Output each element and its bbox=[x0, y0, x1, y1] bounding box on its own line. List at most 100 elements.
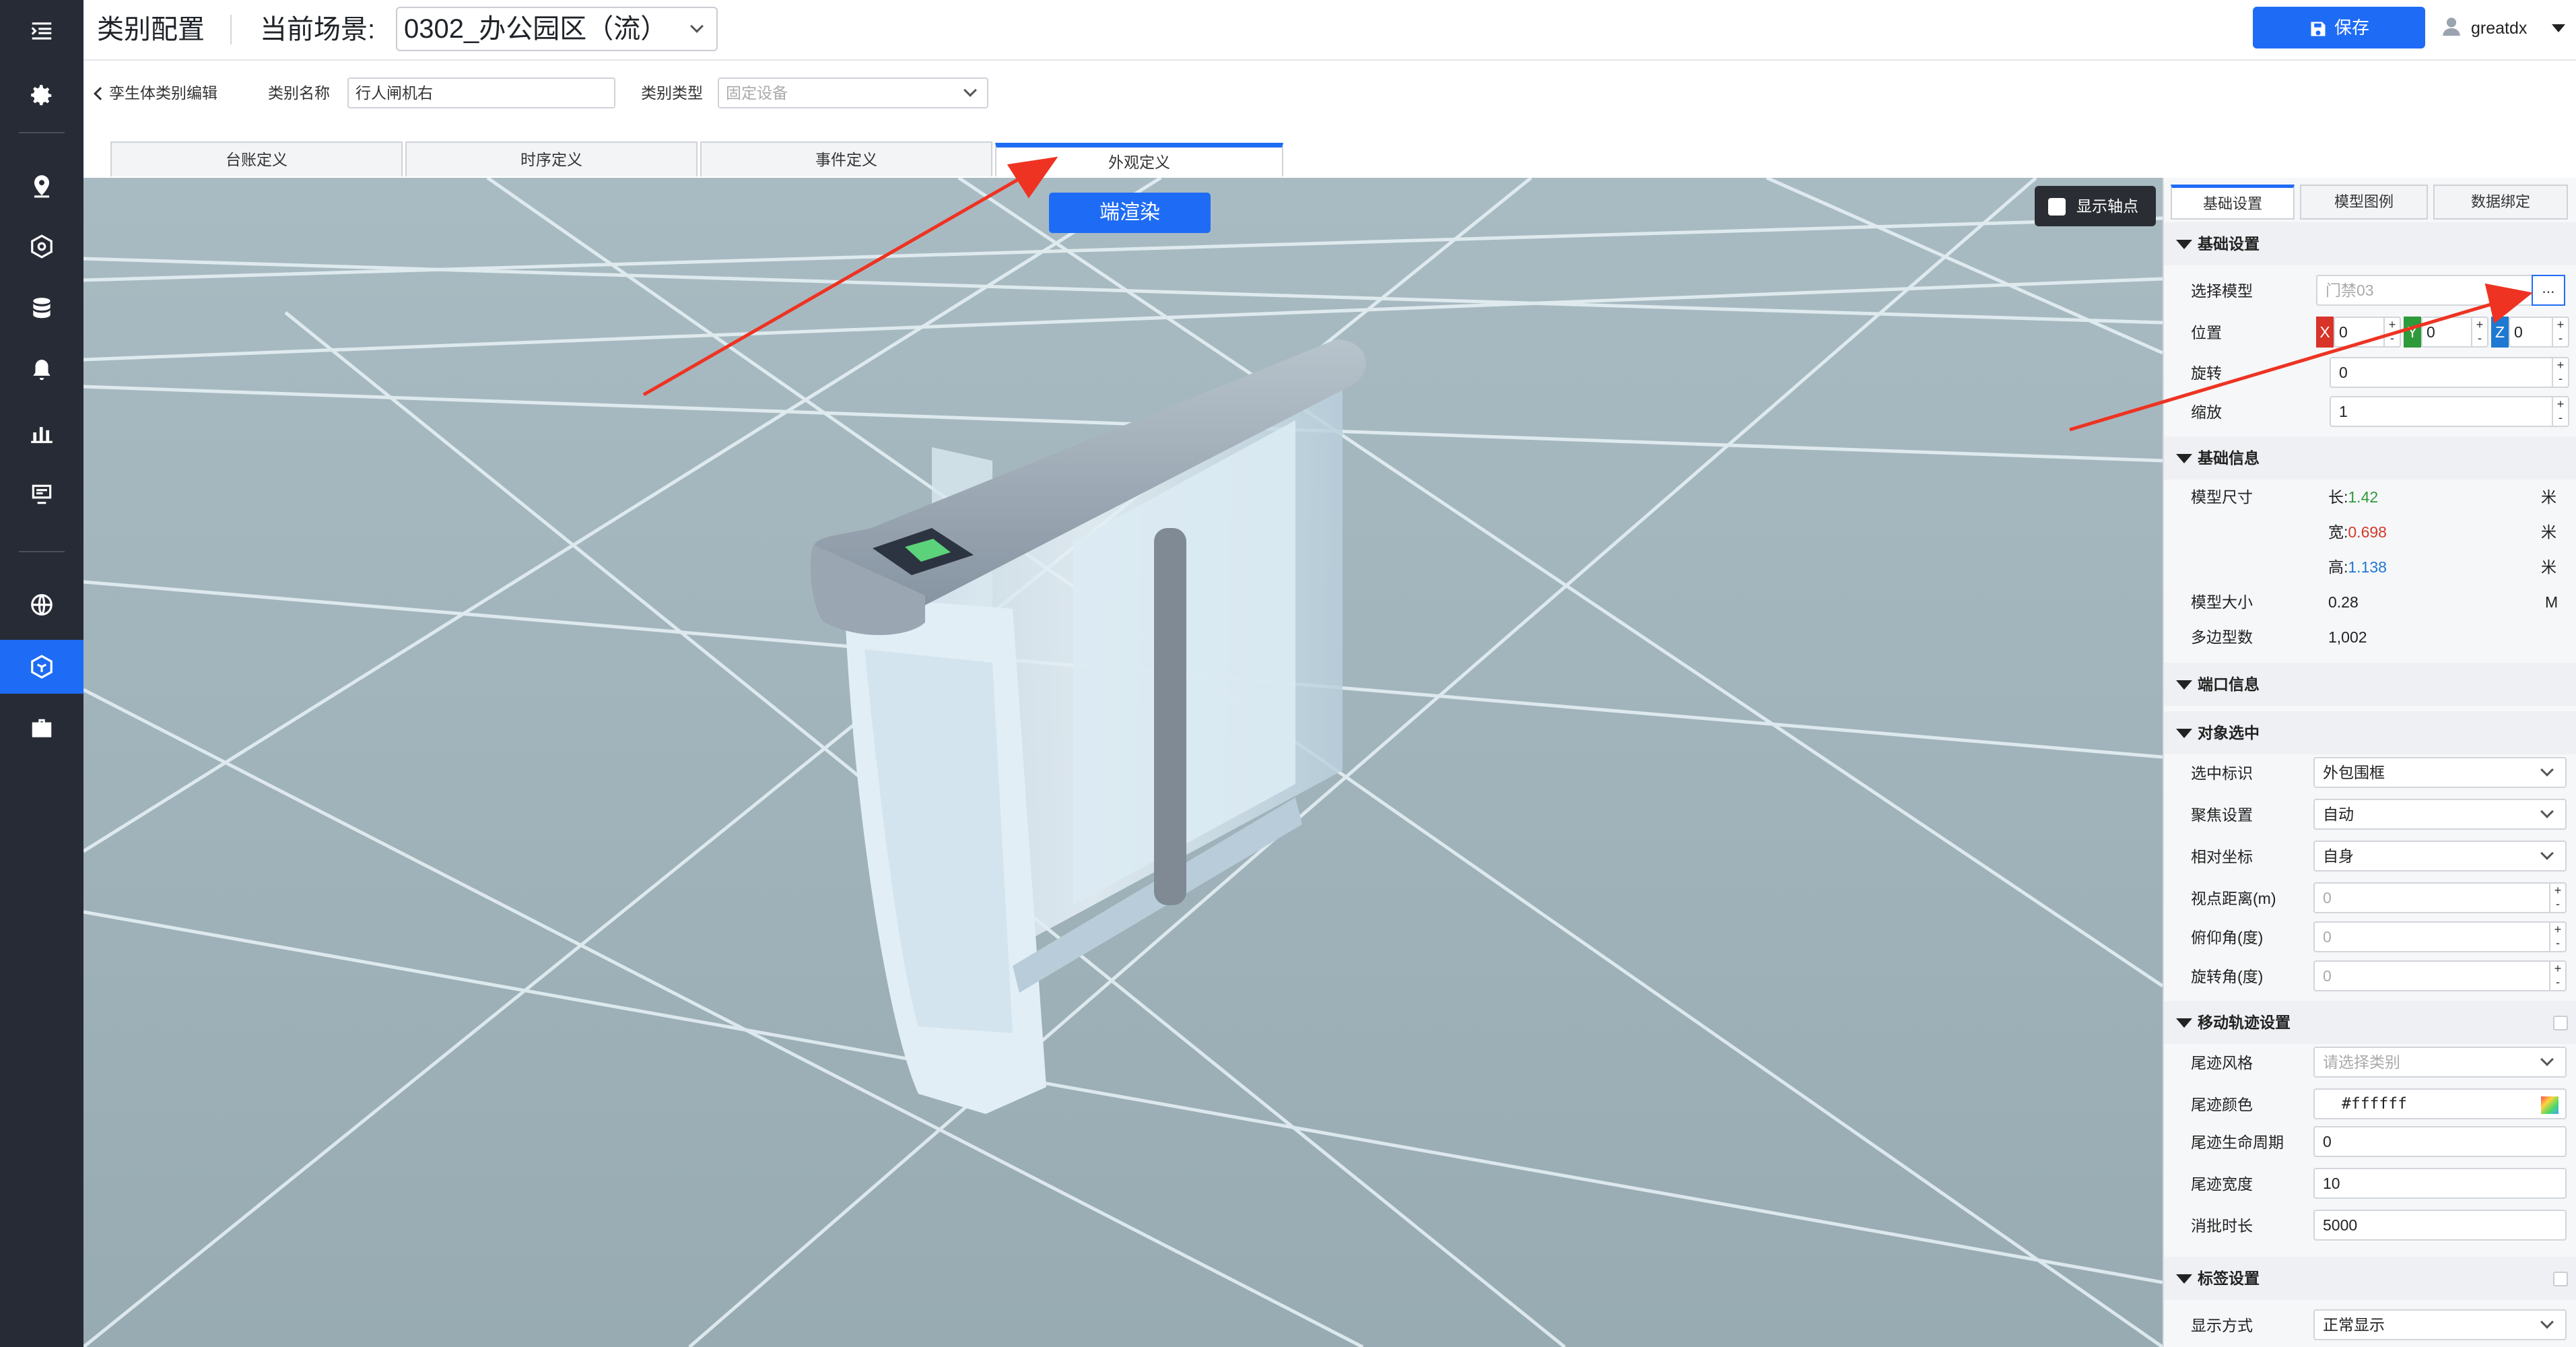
section-label-settings[interactable]: 标签设置 bbox=[2164, 1257, 2576, 1300]
tab-data-binding[interactable]: 数据绑定 bbox=[2433, 185, 2568, 220]
trail-style-select[interactable]: 请选择类别 bbox=[2313, 1047, 2567, 1078]
menu-icon[interactable] bbox=[0, 4, 83, 58]
trail-style-placeholder: 请选择类别 bbox=[2323, 1053, 2400, 1071]
section-trail[interactable]: 移动轨迹设置 bbox=[2164, 1001, 2576, 1044]
location-pin-icon[interactable] bbox=[0, 159, 83, 213]
stepper-icon[interactable]: + - bbox=[2549, 884, 2565, 912]
position-z-input[interactable]: 0 + - bbox=[2509, 317, 2569, 348]
save-button[interactable]: 保存 bbox=[2253, 7, 2425, 48]
scene-select[interactable]: 0302_办公园区（流） bbox=[396, 7, 718, 51]
polygon-count-value: 1,002 bbox=[2328, 628, 2367, 646]
stepper-icon[interactable]: + - bbox=[2471, 318, 2487, 346]
save-label: 保存 bbox=[2334, 18, 2369, 38]
model-filesize-label: 模型大小 bbox=[2191, 593, 2253, 611]
stepper-icon[interactable]: + - bbox=[2552, 318, 2568, 346]
trail-enable-checkbox[interactable] bbox=[2553, 1016, 2568, 1030]
scale-input[interactable]: 1 + - bbox=[2330, 396, 2569, 427]
category-type-select[interactable]: 固定设备 bbox=[718, 77, 988, 108]
3d-viewport[interactable]: 端渲染 显示轴点 bbox=[83, 178, 2163, 1347]
username[interactable]: greatdx bbox=[2471, 15, 2527, 42]
relative-coord-select[interactable]: 自身 bbox=[2313, 841, 2567, 872]
globe-icon[interactable] bbox=[0, 578, 83, 632]
section-basic-info[interactable]: 基础信息 bbox=[2164, 436, 2576, 480]
trail-life-input[interactable]: 0 bbox=[2313, 1126, 2567, 1157]
category-type-label: 类别类型 bbox=[641, 84, 703, 102]
select-model-label: 选择模型 bbox=[2191, 282, 2253, 300]
position-x-value: 0 bbox=[2339, 323, 2348, 341]
3d-scene bbox=[83, 178, 2163, 1347]
model-icon[interactable] bbox=[0, 640, 83, 694]
user-dropdown-icon[interactable] bbox=[2552, 24, 2565, 32]
tab-ledger[interactable]: 台账定义 bbox=[110, 141, 403, 176]
bar-chart-icon[interactable] bbox=[0, 405, 83, 459]
rotation-input[interactable]: 0 + - bbox=[2330, 357, 2569, 388]
z-axis-tag: Z bbox=[2491, 317, 2509, 348]
pitch-input[interactable]: 0 + - bbox=[2313, 921, 2567, 952]
trail-width-input[interactable]: 10 bbox=[2313, 1168, 2567, 1199]
tab-basic-settings[interactable]: 基础设置 bbox=[2171, 185, 2295, 220]
marker-label: 选中标识 bbox=[2191, 764, 2253, 782]
tab-timeseries[interactable]: 时序定义 bbox=[405, 141, 698, 176]
cube-icon[interactable] bbox=[0, 220, 83, 273]
chevron-down-icon bbox=[2540, 847, 2554, 860]
color-picker-icon[interactable] bbox=[2541, 1096, 2558, 1114]
section-title: 基础信息 bbox=[2198, 449, 2260, 467]
position-x-input[interactable]: 0 + - bbox=[2334, 317, 2401, 348]
position-z-value: 0 bbox=[2514, 323, 2523, 341]
chevron-down-icon bbox=[963, 84, 977, 97]
height-label: 高: bbox=[2328, 558, 2348, 576]
display-mode-select[interactable]: 正常显示 bbox=[2313, 1309, 2567, 1340]
bell-icon[interactable] bbox=[0, 343, 83, 397]
model-filesize-unit: M bbox=[2545, 593, 2558, 611]
back-link[interactable]: 孪生体类别编辑 bbox=[94, 79, 217, 106]
briefcase-icon[interactable] bbox=[0, 702, 83, 756]
section-basic-settings[interactable]: 基础设置 bbox=[2164, 222, 2576, 265]
marker-select[interactable]: 外包围框 bbox=[2313, 757, 2567, 788]
yaw-input[interactable]: 0 + - bbox=[2313, 960, 2567, 991]
monitor-icon[interactable] bbox=[0, 467, 83, 521]
section-port-info[interactable]: 端口信息 bbox=[2164, 663, 2576, 706]
model-filesize-value: 0.28 bbox=[2328, 593, 2359, 611]
collapse-icon bbox=[2176, 1018, 2192, 1028]
section-object-select[interactable]: 对象选中 bbox=[2164, 711, 2576, 754]
sidebar-divider bbox=[19, 132, 65, 133]
yaw-value: 0 bbox=[2323, 967, 2332, 985]
relative-coord-value: 自身 bbox=[2323, 847, 2354, 865]
marker-value: 外包围框 bbox=[2323, 764, 2385, 781]
tab-events[interactable]: 事件定义 bbox=[700, 141, 992, 176]
stepper-icon[interactable]: + - bbox=[2549, 962, 2565, 990]
show-axis-checkbox[interactable] bbox=[2048, 198, 2066, 216]
trail-color-input[interactable]: #ffffff bbox=[2313, 1088, 2567, 1119]
show-axis-toggle[interactable]: 显示轴点 bbox=[2035, 186, 2156, 226]
category-name-input[interactable]: 行人闸机右 bbox=[347, 77, 615, 108]
browse-model-button[interactable]: ... bbox=[2532, 275, 2565, 306]
tab-appearance[interactable]: 外观定义 bbox=[995, 143, 1283, 176]
collapse-icon bbox=[2176, 240, 2192, 249]
position-y-value: 0 bbox=[2427, 323, 2435, 341]
user-avatar-icon[interactable] bbox=[2440, 15, 2467, 42]
stepper-icon[interactable]: + - bbox=[2549, 923, 2565, 951]
length-value: 1.42 bbox=[2348, 488, 2379, 506]
render-button[interactable]: 端渲染 bbox=[1049, 193, 1211, 233]
tab-model-legend[interactable]: 模型图例 bbox=[2300, 185, 2428, 220]
properties-panel: 基础设置 模型图例 数据绑定 基础设置 选择模型 门禁03 ... 位置 X 0… bbox=[2163, 178, 2576, 1347]
position-y-input[interactable]: 0 + - bbox=[2421, 317, 2488, 348]
yaw-label: 旋转角(度) bbox=[2191, 968, 2264, 985]
select-model-input[interactable]: 门禁03 ... bbox=[2316, 275, 2565, 306]
stepper-icon[interactable]: + - bbox=[2383, 318, 2400, 346]
trail-fade-input[interactable]: 5000 bbox=[2313, 1210, 2567, 1241]
height-value: 1.138 bbox=[2348, 558, 2387, 576]
view-distance-input[interactable]: 0 + - bbox=[2313, 882, 2567, 913]
label-enable-checkbox[interactable] bbox=[2553, 1272, 2568, 1286]
database-icon[interactable] bbox=[0, 282, 83, 335]
rotation-value: 0 bbox=[2339, 364, 2348, 381]
gear-icon[interactable] bbox=[0, 69, 83, 123]
width-value: 0.698 bbox=[2348, 523, 2387, 541]
trail-fade-label: 消批时长 bbox=[2191, 1217, 2253, 1235]
chevron-left-icon bbox=[94, 87, 107, 100]
height-unit: 米 bbox=[2541, 558, 2556, 576]
stepper-icon[interactable]: + - bbox=[2552, 358, 2568, 387]
stepper-icon[interactable]: + - bbox=[2552, 397, 2568, 426]
focus-select[interactable]: 自动 bbox=[2313, 799, 2567, 830]
width-label: 宽: bbox=[2328, 523, 2348, 541]
